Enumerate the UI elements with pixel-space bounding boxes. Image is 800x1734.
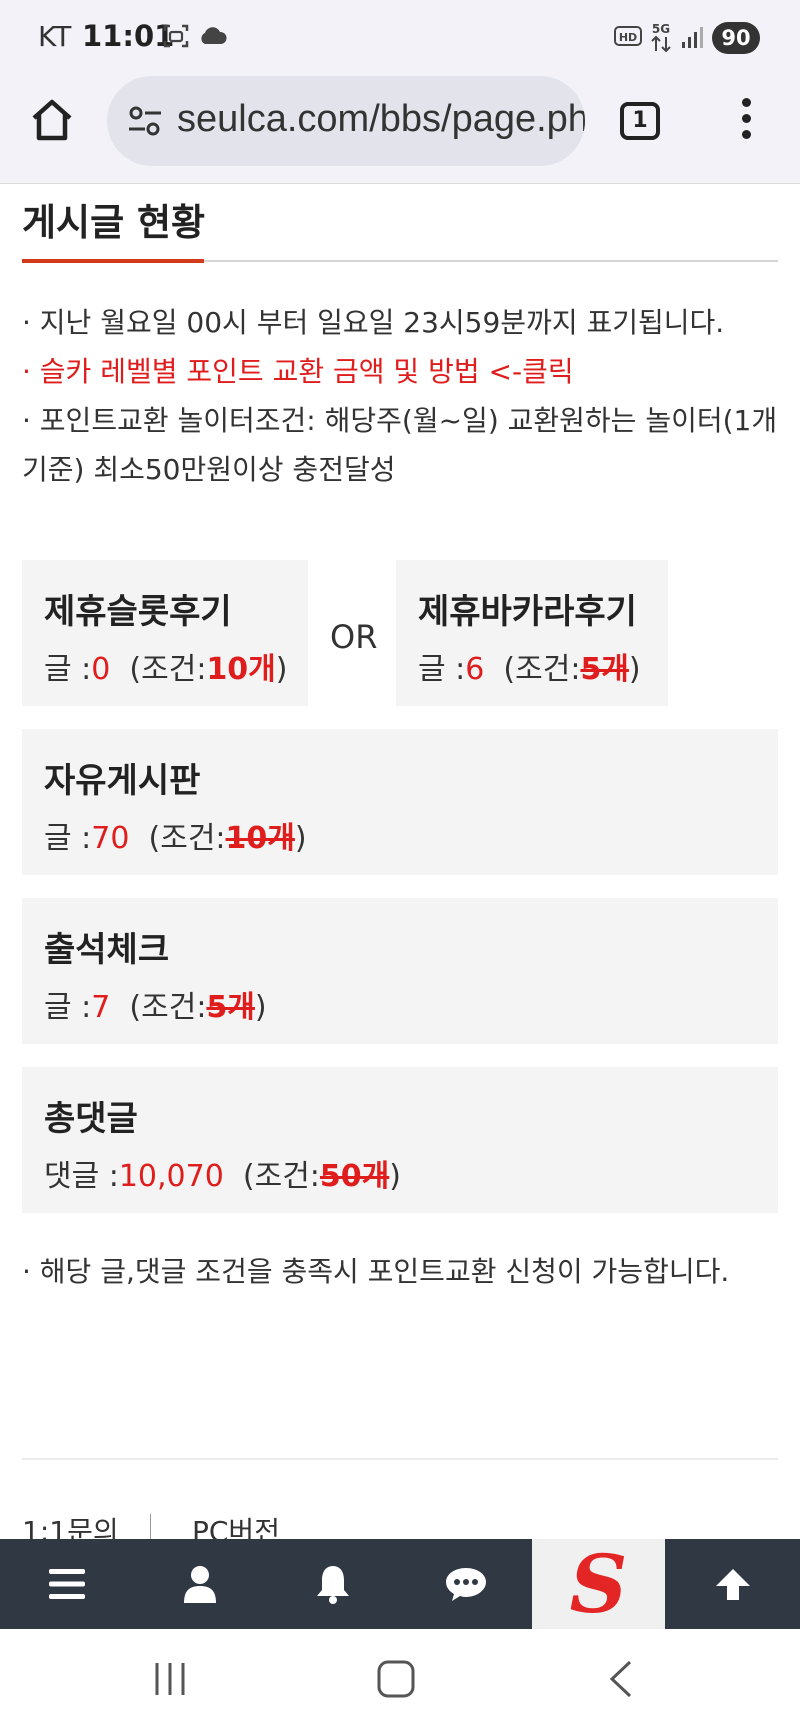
cloud-icon xyxy=(201,27,227,44)
card-title: 자유게시판 xyxy=(44,761,201,801)
condition-value: 10개 xyxy=(225,821,295,856)
status-bar: KT 11:01 HD 5G 90 xyxy=(0,0,800,76)
bottom-nav-bar: S xyxy=(0,1539,800,1629)
clock: 11:01 xyxy=(82,19,175,53)
bell-icon[interactable] xyxy=(266,1539,399,1629)
card-count-line: 글 :6 (조건:5개) xyxy=(418,644,641,688)
count-value: 6 xyxy=(465,652,485,687)
recent-apps-icon[interactable] xyxy=(152,1659,188,1699)
condition-suffix: ) xyxy=(294,821,307,856)
card-title: 제휴바카라후기 xyxy=(418,592,637,632)
card-free-board: 자유게시판 글 :70 (조건:10개) xyxy=(22,729,778,875)
count-label: 글 : xyxy=(44,652,92,687)
menu-icon[interactable] xyxy=(0,1539,133,1629)
screenshot-icon xyxy=(163,24,189,48)
user-icon[interactable] xyxy=(133,1539,266,1629)
count-label: 댓글 : xyxy=(44,1159,119,1194)
count-value: 7 xyxy=(91,990,111,1025)
count-label: 글 : xyxy=(44,990,92,1025)
condition-suffix: ) xyxy=(254,990,267,1025)
carrier-label: KT xyxy=(38,20,72,53)
footer-divider xyxy=(22,1458,778,1460)
card-attendance: 출석체크 글 :7 (조건:5개) xyxy=(22,898,778,1044)
card-count-line: 글 :0 (조건:10개) xyxy=(44,644,288,688)
count-label: 글 : xyxy=(44,821,92,856)
address-bar[interactable]: seulca.com/bbs/page.php xyxy=(107,76,585,166)
condition-prefix: (조건: xyxy=(503,652,581,687)
condition-suffix: ) xyxy=(628,652,641,687)
condition-prefix: (조건: xyxy=(129,990,207,1025)
url-text[interactable]: seulca.com/bbs/page.php xyxy=(177,98,585,141)
condition-value: 5개 xyxy=(580,652,629,687)
chat-icon[interactable] xyxy=(399,1539,532,1629)
card-title: 총댓글 xyxy=(44,1099,138,1139)
card-count-line: 글 :7 (조건:5개) xyxy=(44,982,267,1026)
signal-icon xyxy=(682,27,703,48)
battery-icon: 90 xyxy=(712,22,760,54)
site-settings-icon[interactable] xyxy=(127,104,163,138)
5g-icon: 5G xyxy=(651,22,671,53)
notice-exchange-link[interactable]: · 슬카 레벨별 포인트 교환 금액 및 방법 <-클릭 xyxy=(22,347,782,396)
count-value: 70 xyxy=(91,821,130,856)
system-nav-bar xyxy=(0,1629,800,1734)
count-label: 글 : xyxy=(418,652,466,687)
condition-value: 50개 xyxy=(319,1159,390,1194)
condition-suffix: ) xyxy=(389,1159,401,1194)
page-title: 게시글 현황 xyxy=(22,201,206,244)
card-count-line: 댓글 :10,070 (조건:50개) xyxy=(44,1151,401,1195)
count-value: 10,070 xyxy=(118,1159,224,1194)
home-icon[interactable] xyxy=(28,96,76,144)
or-label: OR xyxy=(330,618,378,656)
count-value: 0 xyxy=(91,652,111,687)
notice-footer: · 해당 글,댓글 조건을 충족시 포인트교환 신청이 가능합니다. xyxy=(22,1255,730,1288)
card-title: 제휴슬롯후기 xyxy=(44,592,232,632)
condition-value: 5개 xyxy=(206,990,255,1025)
card-slot-review: 제휴슬롯후기 글 :0 (조건:10개) xyxy=(22,560,308,706)
notice-period: · 지난 월요일 00시 부터 일요일 23시59분까지 표기됩니다. xyxy=(22,306,725,339)
tab-switcher-button[interactable]: 1 xyxy=(620,102,660,140)
svg-text:5G: 5G xyxy=(652,22,670,36)
condition-prefix: (조건: xyxy=(129,652,207,687)
hd-icon: HD xyxy=(614,26,642,46)
arrow-up-icon[interactable] xyxy=(665,1539,800,1629)
more-menu-icon[interactable] xyxy=(736,98,756,146)
browser-toolbar: seulca.com/bbs/page.php 1 xyxy=(0,76,800,184)
title-accent-bar xyxy=(22,259,204,263)
card-baccarat-review: 제휴바카라후기 글 :6 (조건:5개) xyxy=(396,560,668,706)
site-logo[interactable]: S xyxy=(532,1539,665,1629)
condition-value: 10개 xyxy=(206,652,276,687)
card-total-comments: 총댓글 댓글 :10,070 (조건:50개) xyxy=(22,1067,778,1213)
card-count-line: 글 :70 (조건:10개) xyxy=(44,813,307,857)
logo-letter: S xyxy=(569,1537,628,1631)
condition-prefix: (조건: xyxy=(148,821,226,856)
card-title: 출석체크 xyxy=(44,930,170,970)
condition-suffix: ) xyxy=(275,652,288,687)
home-nav-icon[interactable] xyxy=(376,1659,416,1699)
svg-text:HD: HD xyxy=(619,31,637,44)
back-icon[interactable] xyxy=(606,1659,636,1699)
condition-prefix: (조건: xyxy=(242,1159,320,1194)
notice-condition: · 포인트교환 놀이터조건: 해당주(월~일) 교환원하는 놀이터(1개기준) … xyxy=(22,404,778,486)
